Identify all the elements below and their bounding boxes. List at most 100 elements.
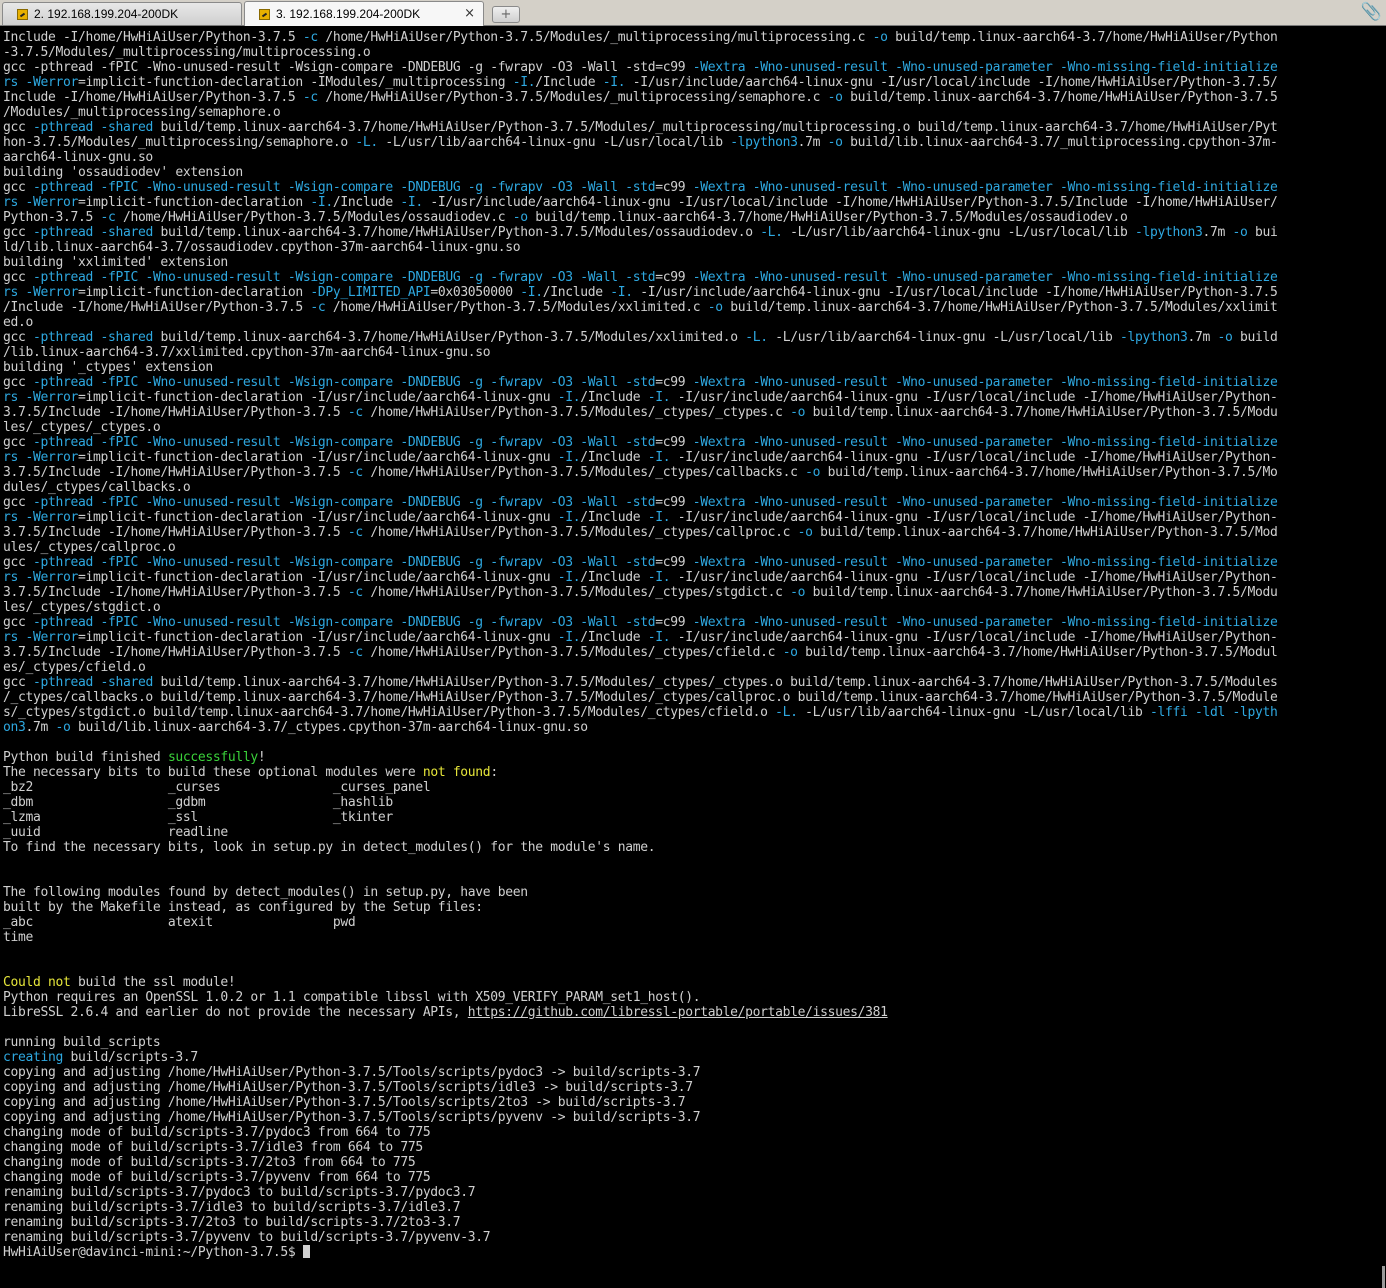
terminal-text: -pthread -fPIC -Wno-unused-result -Wsign… xyxy=(33,60,656,75)
terminal-text: =c99 xyxy=(655,495,693,510)
command-prompt[interactable]: HwHiAiUser@davinci-mini:~/Python-3.7.5$ xyxy=(3,1245,1373,1260)
terminal-line: rs -Werror=implicit-function-declaration… xyxy=(3,450,1373,465)
tab-label: 2. 192.168.199.204-200DK xyxy=(34,7,179,21)
terminal-line: on3.7m -o build/lib.linux-aarch64-3.7/_c… xyxy=(3,720,1373,735)
terminal-text: -Wextra -Wno-unused-result -Wno-unused-p… xyxy=(692,555,1278,570)
terminal-output[interactable]: Include -I/home/HwHiAiUser/Python-3.7.5 … xyxy=(0,26,1380,1282)
terminal-text: -I. xyxy=(310,195,333,210)
terminal-text: -I. xyxy=(520,285,543,300)
terminal-text: -I. xyxy=(557,630,581,645)
terminal-text: /Include xyxy=(580,510,648,525)
terminal-text: =implicit-function-declaration xyxy=(77,285,311,300)
terminal-text: /home/HwHiAiUser/Python-3.7.5/Modules/xx… xyxy=(325,300,708,315)
terminal-line: rs -Werror=implicit-function-declaration… xyxy=(3,75,1373,90)
terminal-text: -o xyxy=(790,585,806,600)
terminal-text: -I. xyxy=(647,390,671,405)
close-tab-icon[interactable]: × xyxy=(464,6,475,21)
terminal-text: 3.7.5/Include -I/home/HwHiAiUser/Python-… xyxy=(3,525,348,540)
terminal-text: changing mode of build/scripts-3.7/2to3 … xyxy=(3,1155,416,1170)
terminal-text: creating xyxy=(3,1050,63,1065)
terminal-line: /_ctypes/callbacks.o build/temp.linux-aa… xyxy=(3,690,1373,705)
scrollbar[interactable] xyxy=(1380,26,1386,1288)
terminal-text: build/temp.linux-aarch64-3.7/home/HwHiAi… xyxy=(527,210,1128,225)
terminal-text: -o xyxy=(1217,330,1233,345)
terminal-text: build/lib.linux-aarch64-3.7/_multiproces… xyxy=(842,135,1278,150)
terminal-text: /lib.linux-aarch64-3.7/xxlimited.cpython… xyxy=(3,345,491,360)
terminal-line: ed.o xyxy=(3,315,1373,330)
scrollbar-thumb[interactable] xyxy=(1382,1266,1385,1288)
terminal-text: build/temp.linux-aarch64-3.7/home/HwHiAi… xyxy=(887,30,1278,45)
terminal-text: gcc xyxy=(3,330,33,345)
terminal-text: running build_scripts xyxy=(3,1035,161,1050)
terminal-text: build/temp.linux-aarch64-3.7/home/HwHiAi… xyxy=(820,465,1278,480)
terminal-text: on3 xyxy=(3,720,26,735)
terminal-text: copying and adjusting /home/HwHiAiUser/P… xyxy=(3,1110,701,1125)
terminal-text: rs -Werror xyxy=(3,510,78,525)
terminal-text: /Include xyxy=(580,390,648,405)
terminal-line: gcc -pthread -fPIC -Wno-unused-result -W… xyxy=(3,555,1373,570)
tab-bar: 2. 192.168.199.204-200DK 3. 192.168.199.… xyxy=(0,0,1386,26)
terminal-text: : xyxy=(490,765,498,780)
terminal-text: hon-3.7.5/Modules/_multiprocessing/semap… xyxy=(3,135,356,150)
terminal-text: -o xyxy=(55,720,71,735)
tab-session-2[interactable]: 2. 192.168.199.204-200DK xyxy=(2,2,242,25)
terminal-text: /Include -I/home/HwHiAiUser/Python-3.7.5 xyxy=(3,300,311,315)
terminal-text: -pthread -shared xyxy=(33,330,153,345)
terminal-text: -pthread -shared xyxy=(33,225,153,240)
terminal-text: renaming build/scripts-3.7/pydoc3 to bui… xyxy=(3,1185,476,1200)
terminal-line: rs -Werror=implicit-function-declaration… xyxy=(3,390,1373,405)
terminal-text: renaming build/scripts-3.7/pyvenv to bui… xyxy=(3,1230,491,1245)
terminal-text: -Wextra -Wno-unused-result -Wno-unused-p… xyxy=(692,435,1278,450)
terminal-text: ed.o xyxy=(3,315,33,330)
terminal-line: s/_ctypes/stgdict.o build/temp.linux-aar… xyxy=(3,705,1373,720)
terminal-text: -o xyxy=(805,465,821,480)
terminal-text: successfully xyxy=(167,750,258,765)
attach-icon[interactable]: 📎 xyxy=(1361,2,1382,22)
terminal-text: built by the Makefile instead, as config… xyxy=(3,900,483,915)
terminal-text: Include -I/home/HwHiAiUser/Python-3.7.5 xyxy=(3,30,303,45)
terminal-link[interactable]: https://github.com/libressl-portable/por… xyxy=(468,1005,888,1020)
terminal-text: -pthread -shared xyxy=(33,120,153,135)
terminal-line: _uuid readline xyxy=(3,825,1373,840)
terminal-text: les/_ctypes/stgdict.o xyxy=(3,600,161,615)
terminal-line: renaming build/scripts-3.7/2to3 to build… xyxy=(3,1215,1373,1230)
terminal-line: Include -I/home/HwHiAiUser/Python-3.7.5 … xyxy=(3,30,1373,45)
terminal-line: gcc -pthread -fPIC -Wno-unused-result -W… xyxy=(3,495,1373,510)
terminal-text: 3.7.5/Include -I/home/HwHiAiUser/Python-… xyxy=(3,405,348,420)
new-tab-button[interactable]: + xyxy=(492,6,520,23)
terminal-text: -o xyxy=(827,135,843,150)
terminal-text: -I. xyxy=(512,75,536,90)
terminal-text: -DPy_LIMITED_API xyxy=(310,285,431,300)
terminal-text: .7m xyxy=(25,720,56,735)
terminal-text: -I. xyxy=(557,510,581,525)
terminal-line: running build_scripts xyxy=(3,1035,1373,1050)
terminal-line: gcc -pthread -shared build/temp.linux-aa… xyxy=(3,330,1373,345)
terminal-line: renaming build/scripts-3.7/pyvenv to bui… xyxy=(3,1230,1373,1245)
terminal-text: build/temp.linux-aarch64-3.7/home/HwHiAi… xyxy=(805,585,1278,600)
tab-session-3[interactable]: 3. 192.168.199.204-200DK × xyxy=(244,1,484,26)
terminal-text: build/temp.linux-aarch64-3.7/home/HwHiAi… xyxy=(152,675,1278,690)
terminal-text: -L. xyxy=(760,225,783,240)
terminal-text: renaming build/scripts-3.7/idle3 to buil… xyxy=(3,1200,461,1215)
terminal-text: -Wextra -Wno-unused-result -Wno-unused-p… xyxy=(692,60,1278,75)
terminal-text: -pthread -fPIC -Wno-unused-result -Wsign… xyxy=(33,180,656,195)
terminal-text: /home/HwHiAiUser/Python-3.7.5/Modules/_c… xyxy=(362,525,798,540)
terminal-text: /home/HwHiAiUser/Python-3.7.5/Modules/_m… xyxy=(317,90,828,105)
terminal-text: ! xyxy=(257,750,266,765)
terminal-text: Python build finished xyxy=(3,750,168,765)
terminal-line: built by the Makefile instead, as config… xyxy=(3,900,1373,915)
terminal-text: /Include xyxy=(580,570,648,585)
terminal-line: rs -Werror=implicit-function-declaration… xyxy=(3,630,1373,645)
terminal-text: -I. xyxy=(557,450,581,465)
terminal-text: -c xyxy=(310,300,326,315)
terminal-text: gcc xyxy=(3,675,33,690)
terminal-line: gcc -pthread -fPIC -Wno-unused-result -W… xyxy=(3,375,1373,390)
terminal-text: build/temp.linux-aarch64-3.7/home/HwHiAi… xyxy=(812,525,1278,540)
terminal-line: /Modules/_multiprocessing/semaphore.o xyxy=(3,105,1373,120)
terminal-text: -lpython3 xyxy=(1120,330,1188,345)
terminal-text: _bz2 _curses _curses_panel xyxy=(3,780,431,795)
terminal-text: not found xyxy=(422,765,491,780)
terminal-text: -I/usr/include/aarch64-linux-gnu -I/usr/… xyxy=(670,510,1278,525)
terminal-line: les/_ctypes/_ctypes.o xyxy=(3,420,1373,435)
